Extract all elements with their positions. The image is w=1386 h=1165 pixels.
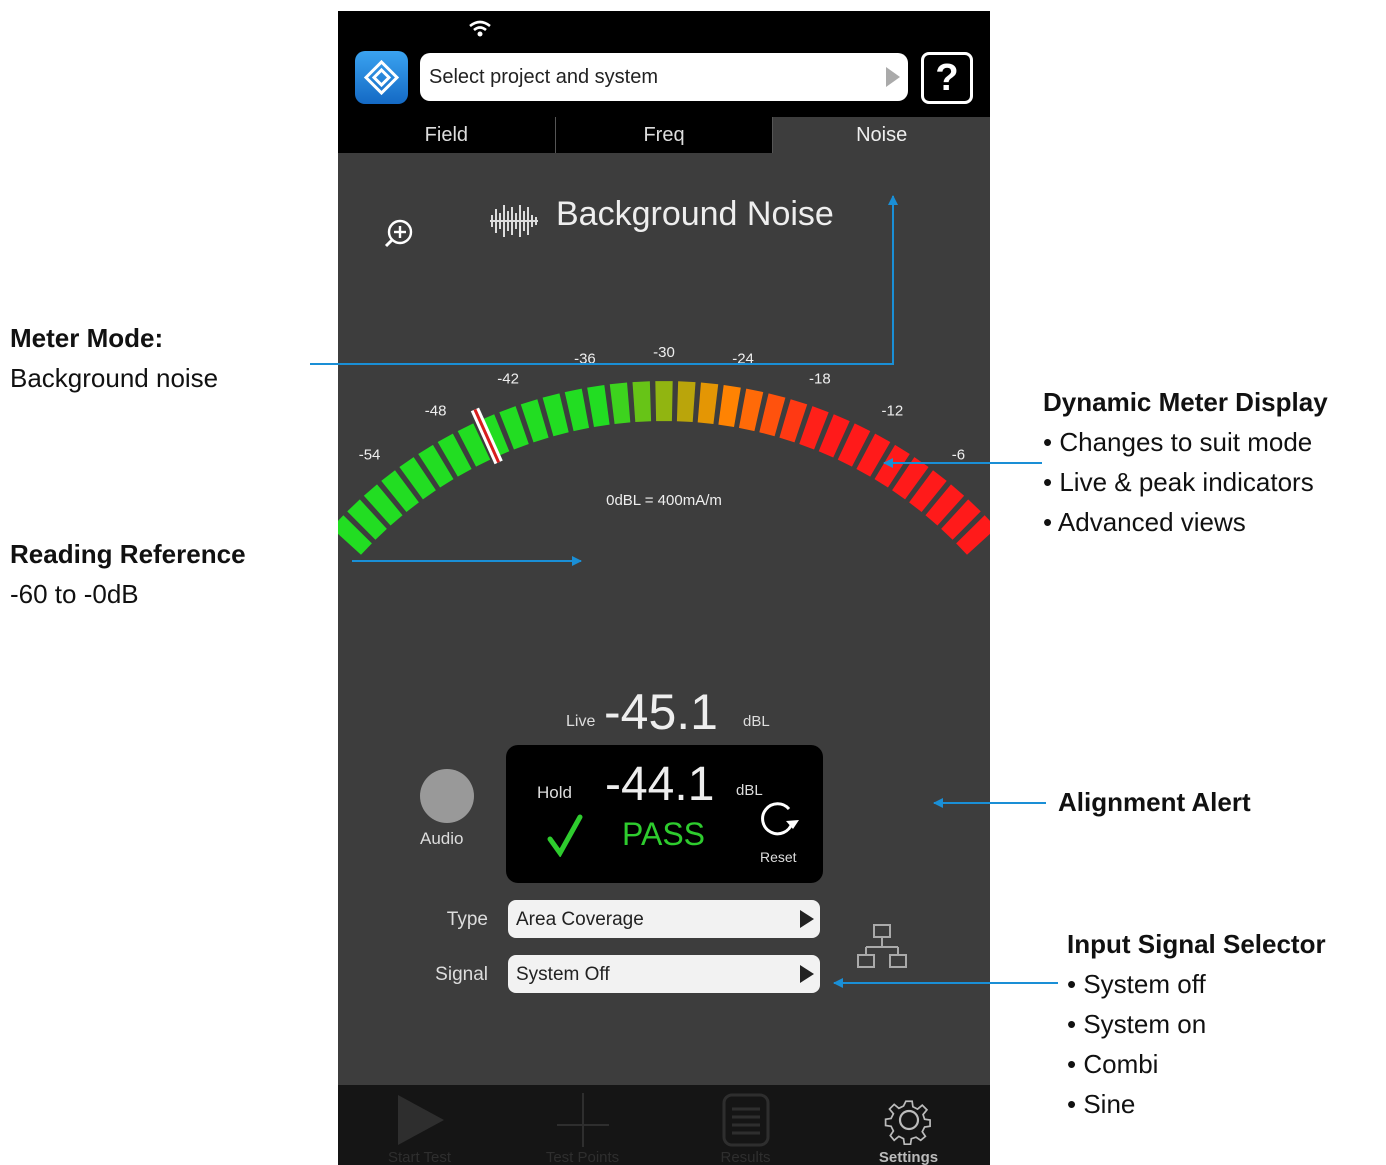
annotation-arrows — [310, 195, 1058, 988]
arrow-meter-mode — [310, 195, 898, 365]
